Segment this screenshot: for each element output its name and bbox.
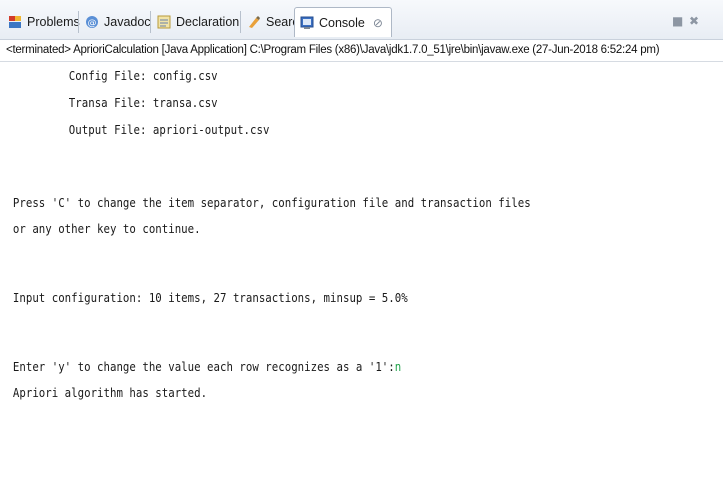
javadoc-icon: @ [84,14,100,30]
tab-declaration[interactable]: Declaration [153,7,242,37]
tab-separator [150,11,151,33]
tab-console[interactable]: Console ⊘ [294,7,392,37]
close-icon[interactable]: ⊘ [373,16,383,30]
remove-launch-icon[interactable]: ✖ [689,14,699,28]
console-line: or any other key to continue. [12,221,201,236]
tab-separator [240,11,241,33]
console-icon [299,15,315,31]
tab-declaration-label: Declaration [176,15,240,29]
tab-separator [78,11,79,33]
user-input: n [394,359,402,374]
console-line: Output File: apriori-output.csv [68,122,270,137]
console-line: Input configuration: 10 items, 27 transa… [12,290,408,305]
declaration-icon [156,14,172,30]
console-output[interactable]: Config File: config.csv Transa File: tra… [0,62,622,502]
process-status: <terminated> AprioriCalculation [Java Ap… [0,40,723,62]
console-line: Press 'C' to change the item separator, … [12,195,531,210]
console-line: Apriori algorithm has started. [12,385,208,400]
svg-text:@: @ [88,19,97,29]
console-view: Problems @ Javadoc Declaration Search Co… [0,0,723,502]
view-tab-bar: Problems @ Javadoc Declaration Search Co… [0,0,723,40]
tab-problems-label: Problems [27,15,80,29]
search-icon [246,14,262,30]
problems-icon [7,14,23,30]
console-line: Enter 'y' to change the value each row r… [13,359,401,375]
console-line: Config File: config.csv [68,68,218,83]
console-line: Transa File: transa.csv [68,95,218,110]
tab-console-label: Console [319,15,365,30]
minimize-icon[interactable]: ■ [672,14,683,28]
tab-problems[interactable]: Problems [4,7,83,37]
tab-javadoc[interactable]: @ Javadoc [81,7,154,37]
console-prompt: Enter 'y' to change the value each row r… [12,359,395,374]
tab-javadoc-label: Javadoc [104,15,151,29]
